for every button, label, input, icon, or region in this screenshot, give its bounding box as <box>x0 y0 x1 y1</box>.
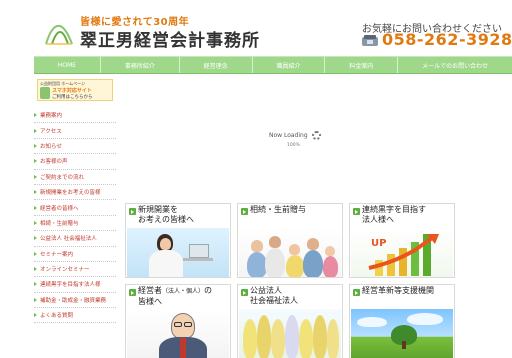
logo-icon[interactable] <box>44 22 74 46</box>
arrow-icon <box>34 313 37 318</box>
arrow-icon <box>34 267 37 272</box>
nav-contact[interactable]: メールでのお問い合わせ <box>398 57 512 73</box>
arrow-icon <box>34 205 37 210</box>
arrow-icon <box>34 282 37 287</box>
sidebar-item-services[interactable]: 業務案内 <box>34 108 116 124</box>
arrow-icon <box>34 159 37 164</box>
arrow-icon <box>34 297 37 302</box>
arrow-icon <box>129 289 136 296</box>
arrow-icon <box>34 143 37 148</box>
arrow-icon <box>34 251 37 256</box>
sidebar: 公益財団用 ホームページ スマホ対応サイト ご利用はこちらから 業務案内 アクセ… <box>34 78 116 358</box>
nav-philosophy[interactable]: 経営理念 <box>180 57 253 73</box>
loading-indicator: Now Loading <box>269 131 321 140</box>
card-startup[interactable]: 新規開業を お考えの皆様へ <box>125 203 231 278</box>
sidebar-menu: 業務案内 アクセス お知らせ お客様の声 ご契約までの流れ 新規開業をお考えの皆… <box>34 108 116 324</box>
arrow-icon <box>34 174 37 179</box>
sidebar-item-seminar[interactable]: セミナー案内 <box>34 247 116 262</box>
card-image-growth-chart: UP <box>351 228 453 277</box>
sidebar-item-inheritance[interactable]: 相続・生前贈与 <box>34 216 116 232</box>
arrow-icon <box>353 289 360 296</box>
sidebar-banner[interactable]: 公益財団用 ホームページ スマホ対応サイト ご利用はこちらから <box>37 79 113 101</box>
up-label: UP <box>371 238 387 249</box>
card-image-woman-laptop <box>127 228 229 277</box>
card-image-group <box>239 309 341 358</box>
nav-office[interactable]: 事務所紹介 <box>101 57 180 73</box>
sidebar-item-subsidy[interactable]: 補助金・助成金・融資業務 <box>34 293 116 309</box>
sidebar-item-public-corp[interactable]: 公益法人 社会福祉法人 <box>34 231 116 247</box>
card-title: 公益法人 社会福祉法人 <box>250 286 298 305</box>
card-inheritance[interactable]: 相続・生前贈与 <box>237 203 343 278</box>
spinner-icon <box>311 131 321 140</box>
banner-image <box>40 87 50 99</box>
nav-staff[interactable]: 職員紹介 <box>253 57 326 73</box>
header: 皆様に愛されて30周年 翠正男経営会計事務所 お気軽にお問い合わせください 05… <box>0 0 512 56</box>
card-image-businessman <box>127 309 229 358</box>
phone-icon <box>362 35 378 46</box>
arrow-icon <box>129 208 136 215</box>
firm-name[interactable]: 翠正男経営会計事務所 <box>80 26 260 51</box>
card-profit[interactable]: 連続黒字を目指す 法人様へ UP <box>349 203 455 278</box>
sidebar-item-flow[interactable]: ご契約までの流れ <box>34 170 116 185</box>
sidebar-item-startup[interactable]: 新規開業をお考えの皆様 <box>34 185 116 201</box>
banner-sub: ご利用はこちらから <box>52 95 93 100</box>
card-managers[interactable]: 経営者（法人・個人）の 皆様へ <box>125 284 231 358</box>
arrow-icon <box>34 113 37 118</box>
arrow-icon <box>34 190 37 195</box>
arrow-icon <box>353 208 360 215</box>
card-image-landscape <box>351 309 453 358</box>
sidebar-item-online-seminar[interactable]: オンラインセミナー <box>34 262 116 278</box>
sidebar-item-profit[interactable]: 連続黒字を目指す法人様 <box>34 277 116 293</box>
loading-text: Now Loading <box>269 132 308 139</box>
card-header: 連続黒字を目指す 法人様へ <box>350 204 454 228</box>
arrow-icon <box>241 208 248 215</box>
card-title: 経営者（法人・個人）の 皆様へ <box>138 286 213 306</box>
card-title: 新規開業を お考えの皆様へ <box>138 205 194 224</box>
banner-headline: スマホ対応サイト <box>52 88 92 94</box>
card-header: 経営者（法人・個人）の 皆様へ <box>126 285 230 309</box>
sidebar-item-news[interactable]: お知らせ <box>34 139 116 155</box>
sidebar-item-managers[interactable]: 経営者の皆様へ <box>34 200 116 216</box>
card-header: 相続・生前贈与 <box>238 204 342 228</box>
sidebar-item-voices[interactable]: お客様の声 <box>34 154 116 170</box>
card-header: 新規開業を お考えの皆様へ <box>126 204 230 228</box>
card-image-family <box>239 228 341 277</box>
page: 皆様に愛されて30周年 翠正男経営会計事務所 お気軽にお問い合わせください 05… <box>0 0 512 358</box>
card-title: 経営革新等支援機関 <box>362 286 434 295</box>
arrow-icon <box>34 128 37 133</box>
global-nav: HOME 事務所紹介 経営理念 職員紹介 料金案内 メールでのお問い合わせ <box>34 56 512 74</box>
arrow-icon <box>34 220 37 225</box>
card-header: 経営革新等支援機関 <box>350 285 454 309</box>
main-slider[interactable]: Now Loading 100% <box>121 78 471 196</box>
arrow-icon <box>241 289 248 296</box>
card-title: 相続・生前贈与 <box>250 205 306 214</box>
sidebar-item-access[interactable]: アクセス <box>34 123 116 139</box>
card-support-org[interactable]: 経営革新等支援機関 <box>349 284 455 358</box>
phone-number[interactable]: 058-262-3928 <box>382 30 512 49</box>
card-public-corp[interactable]: 公益法人 社会福祉法人 <box>237 284 343 358</box>
nav-fees[interactable]: 料金案内 <box>325 57 399 73</box>
loading-percent: 100% <box>287 143 300 148</box>
nav-home[interactable]: HOME <box>34 57 101 73</box>
arrow-icon <box>34 236 37 241</box>
card-title: 連続黒字を目指す 法人様へ <box>362 205 426 224</box>
card-header: 公益法人 社会福祉法人 <box>238 285 342 309</box>
sidebar-item-faq[interactable]: よくある質問 <box>34 308 116 324</box>
